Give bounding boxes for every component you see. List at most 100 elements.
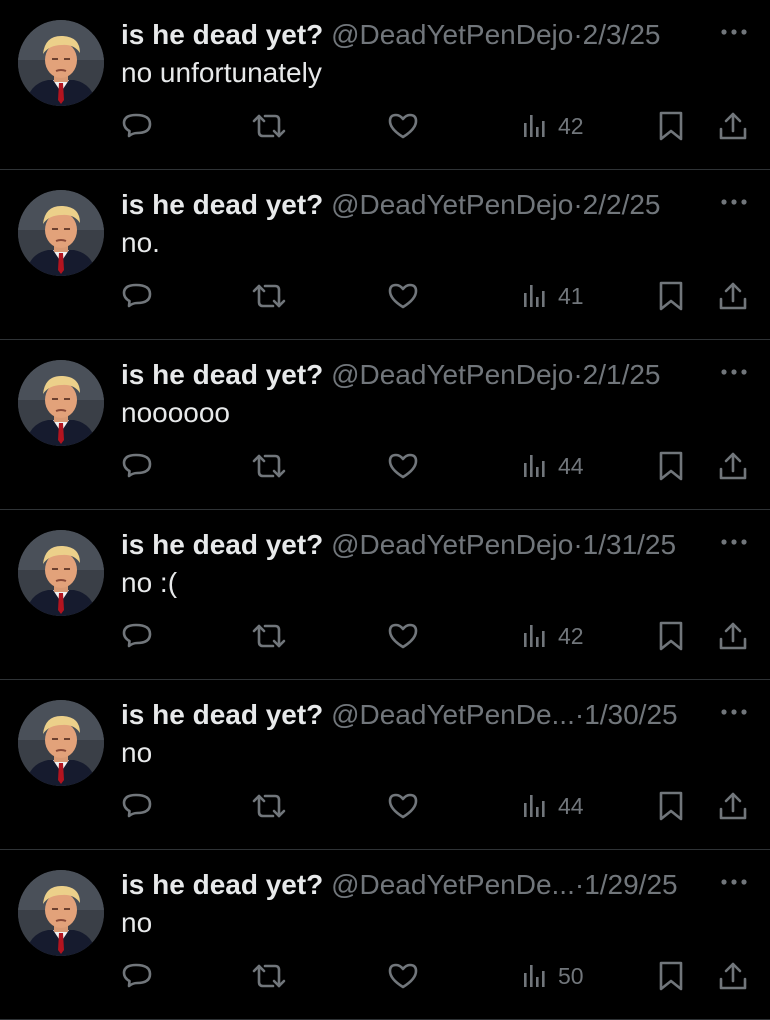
avatar[interactable]: [18, 870, 104, 956]
views-count: 50: [558, 962, 584, 989]
reply-button[interactable]: [120, 276, 154, 316]
bookmark-button[interactable]: [656, 106, 686, 146]
reply-icon: [122, 793, 152, 818]
display-name[interactable]: is he dead yet?: [121, 869, 323, 900]
retweet-icon: [252, 624, 286, 648]
more-options-icon[interactable]: [720, 366, 748, 378]
tweet-date[interactable]: 2/1/25: [583, 359, 661, 390]
views-count: 44: [558, 792, 584, 819]
user-handle[interactable]: @DeadYetPenDejo: [331, 19, 573, 50]
retweet-button[interactable]: [249, 446, 289, 486]
share-button[interactable]: [716, 956, 750, 996]
reply-button[interactable]: [120, 616, 154, 656]
like-button[interactable]: [386, 106, 420, 146]
like-button[interactable]: [386, 276, 420, 316]
reply-button[interactable]: [120, 106, 154, 146]
user-handle[interactable]: @DeadYetPenDejo: [331, 189, 573, 220]
share-icon: [719, 792, 747, 820]
share-icon: [719, 622, 747, 650]
views-button[interactable]: 42: [520, 106, 584, 146]
retweet-icon: [252, 964, 286, 988]
share-icon: [719, 282, 747, 310]
display-name[interactable]: is he dead yet?: [121, 529, 323, 560]
views-button[interactable]: 44: [520, 446, 584, 486]
like-button[interactable]: [386, 616, 420, 656]
bookmark-button[interactable]: [656, 956, 686, 996]
avatar[interactable]: [18, 360, 104, 446]
tweet-date[interactable]: 1/29/25: [584, 869, 677, 900]
bookmark-button[interactable]: [656, 786, 686, 826]
share-button[interactable]: [716, 616, 750, 656]
retweet-icon: [252, 284, 286, 308]
tweet[interactable]: is he dead yet? @DeadYetPenDejo·2/2/25 n…: [0, 170, 770, 340]
views-button[interactable]: 44: [520, 786, 584, 826]
more-options-icon[interactable]: [720, 706, 748, 718]
avatar[interactable]: [18, 530, 104, 616]
tweet-date[interactable]: 2/2/25: [583, 189, 661, 220]
more-options-icon[interactable]: [720, 536, 748, 548]
retweet-button[interactable]: [249, 106, 289, 146]
tweet-date[interactable]: 1/30/25: [584, 699, 677, 730]
reply-icon: [122, 623, 152, 648]
tweet[interactable]: is he dead yet? @DeadYetPenDe...·1/30/25…: [0, 680, 770, 850]
avatar[interactable]: [18, 20, 104, 106]
bookmark-icon: [659, 791, 683, 821]
avatar[interactable]: [18, 700, 104, 786]
tweet[interactable]: is he dead yet? @DeadYetPenDejo·2/3/25 n…: [0, 0, 770, 170]
bookmark-button[interactable]: [656, 616, 686, 656]
reply-button[interactable]: [120, 956, 154, 996]
user-handle[interactable]: @DeadYetPenDejo: [331, 529, 573, 560]
reply-button[interactable]: [120, 446, 154, 486]
like-button[interactable]: [386, 786, 420, 826]
like-button[interactable]: [386, 446, 420, 486]
views-count: 41: [558, 282, 584, 309]
retweet-icon: [252, 454, 286, 478]
views-button[interactable]: 42: [520, 616, 584, 656]
share-button[interactable]: [716, 786, 750, 826]
heart-icon: [388, 283, 418, 309]
retweet-icon: [252, 794, 286, 818]
views-button[interactable]: 41: [520, 276, 584, 316]
user-handle[interactable]: @DeadYetPenDe...: [331, 699, 575, 730]
views-button[interactable]: 50: [520, 956, 584, 996]
more-options-icon[interactable]: [720, 196, 748, 208]
tweet-text: no: [121, 737, 153, 768]
display-name[interactable]: is he dead yet?: [121, 19, 323, 50]
reply-icon: [122, 283, 152, 308]
reply-icon: [122, 113, 152, 138]
avatar[interactable]: [18, 190, 104, 276]
like-button[interactable]: [386, 956, 420, 996]
tweet[interactable]: is he dead yet? @DeadYetPenDejo·1/31/25 …: [0, 510, 770, 680]
analytics-icon: [524, 795, 545, 817]
bookmark-icon: [659, 281, 683, 311]
more-options-icon[interactable]: [720, 26, 748, 38]
share-icon: [719, 452, 747, 480]
more-options-icon[interactable]: [720, 876, 748, 888]
display-name[interactable]: is he dead yet?: [121, 699, 323, 730]
retweet-button[interactable]: [249, 956, 289, 996]
display-name[interactable]: is he dead yet?: [121, 359, 323, 390]
tweet-header: is he dead yet? @DeadYetPenDejo·2/1/25: [121, 357, 750, 393]
tweet[interactable]: is he dead yet? @DeadYetPenDejo·2/1/25 n…: [0, 340, 770, 510]
tweet-header: is he dead yet? @DeadYetPenDejo·1/31/25: [121, 527, 750, 563]
bookmark-button[interactable]: [656, 276, 686, 316]
heart-icon: [388, 963, 418, 989]
tweet-text: noooooo: [121, 397, 231, 428]
user-handle[interactable]: @DeadYetPenDe...: [331, 869, 575, 900]
analytics-icon: [524, 625, 545, 647]
reply-button[interactable]: [120, 786, 154, 826]
display-name[interactable]: is he dead yet?: [121, 189, 323, 220]
tweet-date[interactable]: 2/3/25: [583, 19, 661, 50]
share-button[interactable]: [716, 446, 750, 486]
reply-icon: [122, 453, 152, 478]
bookmark-icon: [659, 111, 683, 141]
user-handle[interactable]: @DeadYetPenDejo: [331, 359, 573, 390]
retweet-button[interactable]: [249, 616, 289, 656]
retweet-button[interactable]: [249, 786, 289, 826]
retweet-button[interactable]: [249, 276, 289, 316]
share-button[interactable]: [716, 276, 750, 316]
tweet-date[interactable]: 1/31/25: [583, 529, 676, 560]
bookmark-button[interactable]: [656, 446, 686, 486]
share-button[interactable]: [716, 106, 750, 146]
tweet[interactable]: is he dead yet? @DeadYetPenDe...·1/29/25…: [0, 850, 770, 1020]
